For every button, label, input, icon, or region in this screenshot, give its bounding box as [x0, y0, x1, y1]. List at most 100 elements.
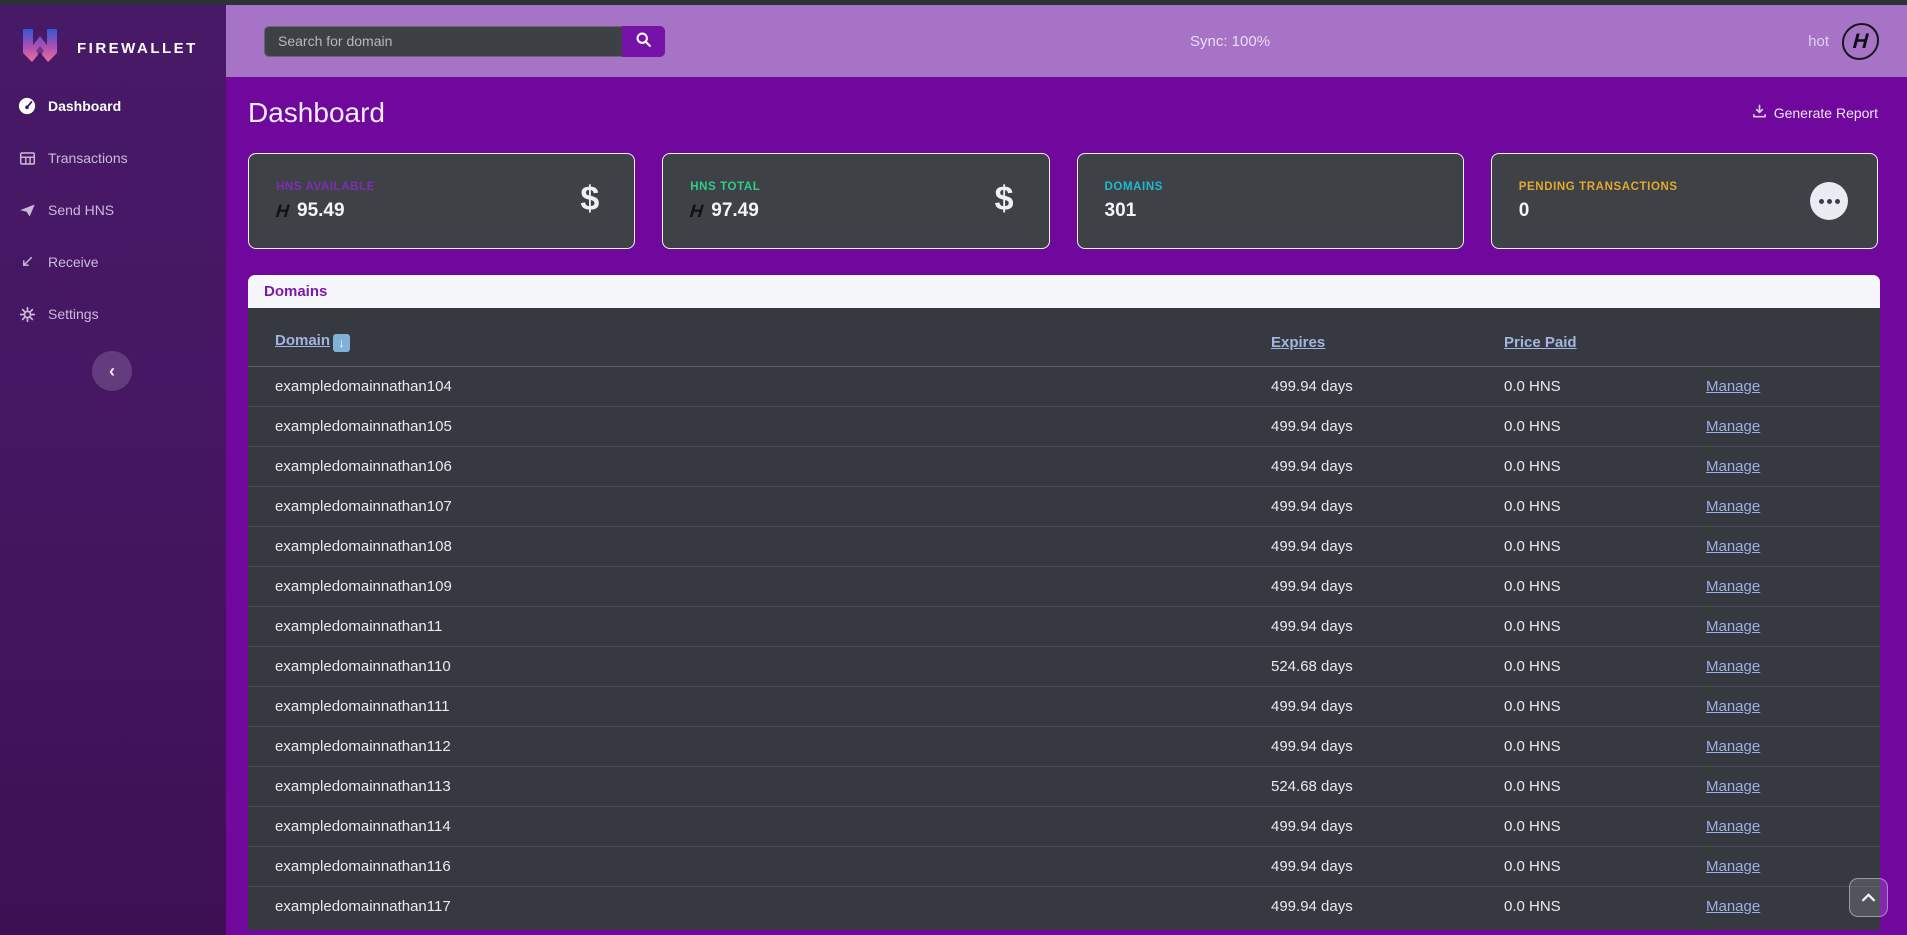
ellipsis-icon: [1819, 199, 1824, 204]
domain-cell: exampledomainnathan113: [248, 767, 1271, 807]
price-cell: 0.0 HNS: [1504, 687, 1706, 727]
card-label: HNS TOTAL: [690, 181, 1024, 193]
sidebar-item-label: Receive: [48, 254, 99, 270]
expires-cell: 499.94 days: [1271, 527, 1504, 567]
manage-link[interactable]: Manage: [1706, 778, 1760, 795]
scroll-to-top-button[interactable]: [1849, 878, 1888, 917]
domain-search: [264, 26, 665, 57]
manage-link[interactable]: Manage: [1706, 578, 1760, 595]
card-pending-transactions: PENDING TRANSACTIONS 0: [1491, 153, 1878, 249]
expires-cell: 499.94 days: [1271, 447, 1504, 487]
topbar: Sync: 100% hot H: [226, 5, 1907, 77]
price-cell: 0.0 HNS: [1504, 767, 1706, 807]
manage-link[interactable]: Manage: [1706, 858, 1760, 875]
card-hns-total: HNS TOTAL H 97.49 $: [662, 153, 1049, 249]
domain-cell: exampledomainnathan114: [248, 807, 1271, 847]
table-row: exampledomainnathan111 499.94 days 0.0 H…: [248, 687, 1880, 727]
expires-cell: 499.94 days: [1271, 567, 1504, 607]
manage-link[interactable]: Manage: [1706, 618, 1760, 635]
generate-report-label: Generate Report: [1774, 105, 1878, 121]
card-label: PENDING TRANSACTIONS: [1519, 181, 1853, 193]
sidebar-item-settings[interactable]: Settings: [0, 288, 226, 340]
column-header-price-paid[interactable]: Price Paid: [1504, 334, 1577, 351]
expires-cell: 499.94 days: [1271, 807, 1504, 847]
column-header-domain[interactable]: Domain: [275, 332, 330, 349]
manage-link[interactable]: Manage: [1706, 418, 1760, 435]
expires-cell: 499.94 days: [1271, 727, 1504, 767]
hns-logo-icon: H: [275, 201, 290, 222]
chevron-up-icon: [1861, 889, 1876, 907]
main-content: Dashboard Generate Report HNS AVAILABLE …: [226, 77, 1907, 935]
handshake-logo-icon[interactable]: H: [1841, 23, 1881, 60]
card-value: 97.49: [711, 200, 759, 222]
price-cell: 0.0 HNS: [1504, 407, 1706, 447]
table-row: exampledomainnathan114 499.94 days 0.0 H…: [248, 807, 1880, 847]
sidebar-item-label: Transactions: [48, 150, 128, 166]
table-row: exampledomainnathan106 499.94 days 0.0 H…: [248, 447, 1880, 487]
table-icon: [18, 149, 36, 167]
expires-cell: 499.94 days: [1271, 367, 1504, 407]
expires-cell: 499.94 days: [1271, 687, 1504, 727]
wallet-selector[interactable]: hot H: [1808, 5, 1879, 77]
paper-plane-icon: [18, 201, 36, 219]
manage-link[interactable]: Manage: [1706, 498, 1760, 515]
domains-panel-header: Domains: [248, 275, 1880, 308]
app-title: FIREWALLET: [77, 40, 198, 57]
table-row: exampledomainnathan109 499.94 days 0.0 H…: [248, 567, 1880, 607]
manage-link[interactable]: Manage: [1706, 818, 1760, 835]
firewallet-logo-icon: [19, 27, 61, 70]
expires-cell: 499.94 days: [1271, 847, 1504, 887]
card-value: 0: [1519, 200, 1530, 222]
domain-cell: exampledomainnathan110: [248, 647, 1271, 687]
manage-link[interactable]: Manage: [1706, 458, 1760, 475]
sidebar-item-label: Settings: [48, 306, 99, 322]
domain-cell: exampledomainnathan11: [248, 607, 1271, 647]
card-label: DOMAINS: [1105, 181, 1439, 193]
page-title: Dashboard: [248, 97, 385, 129]
domain-cell: exampledomainnathan108: [248, 527, 1271, 567]
search-input[interactable]: [264, 26, 622, 57]
sync-status: Sync: 100%: [1190, 5, 1270, 77]
domain-cell: exampledomainnathan104: [248, 367, 1271, 407]
domain-cell: exampledomainnathan111: [248, 687, 1271, 727]
table-row: exampledomainnathan108 499.94 days 0.0 H…: [248, 527, 1880, 567]
pending-menu-button[interactable]: [1810, 182, 1848, 220]
table-header-row: Domain↓ Expires Price Paid: [248, 308, 1880, 367]
expires-cell: 499.94 days: [1271, 887, 1504, 927]
domain-cell: exampledomainnathan112: [248, 727, 1271, 767]
sidebar-item-dashboard[interactable]: Dashboard: [0, 80, 226, 132]
manage-link[interactable]: Manage: [1706, 738, 1760, 755]
manage-link[interactable]: Manage: [1706, 378, 1760, 395]
domains-panel-title: Domains: [264, 283, 327, 300]
price-cell: 0.0 HNS: [1504, 447, 1706, 487]
domains-table: Domain↓ Expires Price Paid exampledomain…: [248, 308, 1880, 930]
table-row: exampledomainnathan117 499.94 days 0.0 H…: [248, 887, 1880, 927]
domain-cell: exampledomainnathan107: [248, 487, 1271, 527]
price-cell: 0.0 HNS: [1504, 487, 1706, 527]
sidebar-collapse-button[interactable]: ‹: [92, 351, 132, 391]
sidebar-item-send-hns[interactable]: Send HNS: [0, 184, 226, 236]
domain-cell: exampledomainnathan105: [248, 407, 1271, 447]
brand: FIREWALLET: [0, 5, 226, 77]
sidebar-item-transactions[interactable]: Transactions: [0, 132, 226, 184]
generate-report-button[interactable]: Generate Report: [1752, 104, 1878, 122]
card-label: HNS AVAILABLE: [276, 181, 610, 193]
search-button[interactable]: [622, 26, 665, 57]
tachometer-icon: [18, 97, 36, 115]
wallet-name: hot: [1808, 33, 1829, 50]
price-cell: 0.0 HNS: [1504, 647, 1706, 687]
arrow-down-left-icon: [18, 253, 36, 271]
manage-link[interactable]: Manage: [1706, 898, 1760, 915]
table-row: exampledomainnathan112 499.94 days 0.0 H…: [248, 727, 1880, 767]
price-cell: 0.0 HNS: [1504, 367, 1706, 407]
manage-link[interactable]: Manage: [1706, 538, 1760, 555]
price-cell: 0.0 HNS: [1504, 527, 1706, 567]
column-header-expires[interactable]: Expires: [1271, 334, 1325, 351]
manage-link[interactable]: Manage: [1706, 698, 1760, 715]
dollar-icon: $: [580, 180, 599, 219]
domain-cell: exampledomainnathan106: [248, 447, 1271, 487]
chevron-left-icon: ‹: [109, 361, 115, 382]
expires-cell: 499.94 days: [1271, 487, 1504, 527]
sidebar-item-receive[interactable]: Receive: [0, 236, 226, 288]
manage-link[interactable]: Manage: [1706, 658, 1760, 675]
